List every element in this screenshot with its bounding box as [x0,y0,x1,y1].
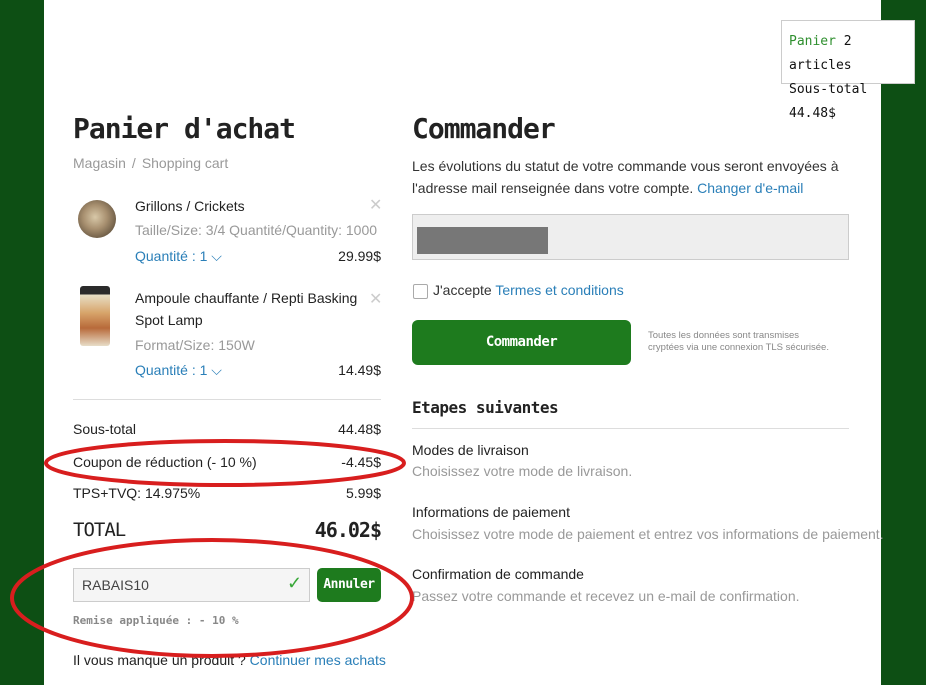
missing-product-label: Il vous manque un produit ? [73,652,246,668]
crickets-thumbnail[interactable] [78,200,116,238]
step-title-confirmation: Confirmation de commande [412,566,584,582]
quantity-selector[interactable]: Quantité : 1 ⌵ [135,248,222,265]
missing-product-text: Il vous manque un produit ? Continuer me… [73,652,386,668]
subtotal-label: Sous-total [73,421,137,437]
continue-shopping-link[interactable]: Continuer mes achats [250,652,386,668]
order-button[interactable]: Commander [412,320,631,365]
breadcrumb-cart: Shopping cart [141,155,229,171]
coupon-value: -4.45$ [341,454,381,470]
item-name[interactable]: Ampoule chauffante / Repti Basking Spot … [135,287,357,331]
mini-cart[interactable]: Panier 2 articles Sous-total 44.48$ [781,20,915,121]
tax-label: TPS+TVQ: 14.975% [73,485,201,501]
change-email-link[interactable]: Changer d'e-mail [697,180,803,196]
check-icon: ✓ [287,573,303,593]
order-title: Commander [412,112,556,145]
remove-item-icon[interactable]: ✕ [369,195,382,215]
item-name[interactable]: Grillons / Crickets [135,195,245,217]
item-size: Taille/Size: 3/4 Quantité/Quantity: 1000 [135,222,378,238]
step-title-delivery: Modes de livraison [412,442,529,458]
total-label: TOTAL [73,519,126,541]
quantity-selector[interactable]: Quantité : 1 ⌵ [135,362,222,379]
breadcrumb: Magasin / Shopping cart [73,155,229,171]
order-description: Les évolutions du statut de votre comman… [412,155,857,199]
item-size: Format/Size: 150W [135,337,255,353]
terms-checkbox[interactable] [413,284,428,299]
mini-cart-label: Panier [789,34,836,49]
divider [73,399,381,400]
discount-note: Remise appliquée : - 10 % [73,614,239,627]
item-name-line1: Ampoule chauffante / Repti Basking [135,290,358,306]
total-value: 46.02$ [314,518,382,542]
step-desc-confirmation: Passez votre commande et recevez un e-ma… [412,588,800,604]
cancel-coupon-button[interactable]: Annuler [317,568,381,602]
secure-note-line2: cryptées via une connexion TLS sécurisée… [648,342,829,353]
lamp-thumbnail[interactable] [80,286,110,346]
step-desc-payment: Choisissez votre mode de paiement et ent… [412,526,884,542]
coupon-input[interactable]: RABAIS10 [73,568,310,602]
secure-note: Toutes les données sont transmises crypt… [648,330,848,354]
item-price: 14.49$ [338,362,381,378]
coupon-label: Coupon de réduction (- 10 %) [73,454,257,470]
terms-link[interactable]: Termes et conditions [495,282,623,298]
divider [412,428,849,429]
terms-prefix: J'accepte [433,282,492,298]
remove-item-icon[interactable]: ✕ [369,289,382,309]
step-desc-delivery: Choisissez votre mode de livraison. [412,463,633,479]
mini-cart-subtotal-label: Sous-total [789,82,868,97]
next-steps-title: Etapes suivantes [412,398,559,417]
item-name-line2: Spot Lamp [135,312,203,328]
secure-note-line1: Toutes les données sont transmises [648,330,800,341]
item-price: 29.99$ [338,248,381,264]
cart-title: Panier d'achat [73,112,296,145]
tax-value: 5.99$ [345,485,381,501]
breadcrumb-store[interactable]: Magasin [73,155,126,171]
email-redacted [417,227,548,254]
step-title-payment: Informations de paiement [412,504,570,520]
mini-cart-subtotal-value: 44.48$ [789,106,836,121]
terms-label: J'accepte Termes et conditions [433,282,624,298]
subtotal-value: 44.48$ [338,421,381,437]
